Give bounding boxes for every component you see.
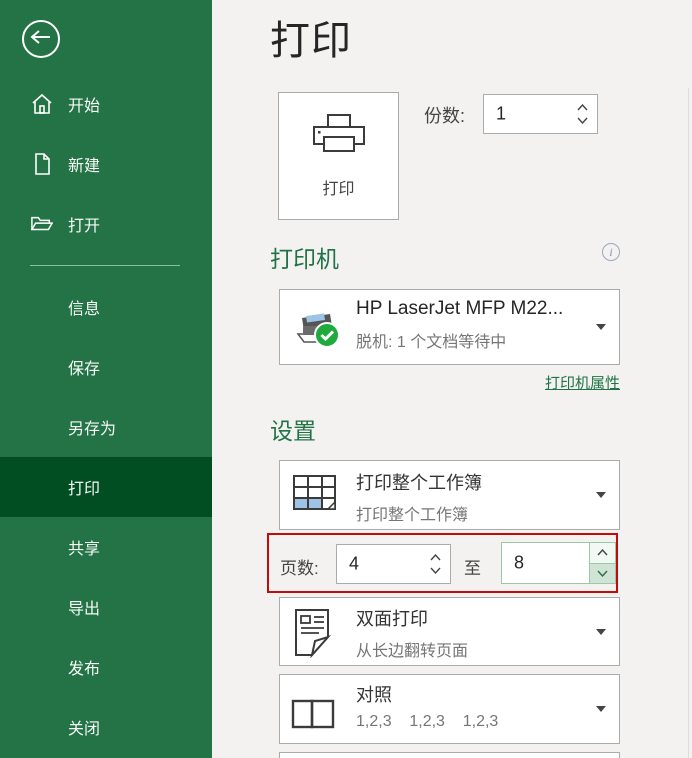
pages-to-spin-buttons [589,543,615,583]
copies-spin-buttons[interactable] [577,95,588,133]
sidebar-item-label: 导出 [68,601,101,618]
printer-properties-link[interactable]: 打印机属性 [279,372,620,393]
sidebar-item-label: 保存 [68,361,101,378]
sidebar-item-label: 打印 [68,481,101,498]
info-icon[interactable]: i [602,243,620,261]
chevron-down-icon [597,570,608,577]
sidebar-item-share[interactable]: 共享 [0,517,212,577]
sidebar-item-info[interactable]: 信息 [0,277,212,337]
pages-to-value[interactable]: 8 [514,553,524,574]
duplex-primary: 双面打印 [356,609,428,629]
spin-up-button[interactable] [590,543,615,564]
duplex-dropdown[interactable]: 双面打印 从长边翻转页面 [279,597,620,666]
chevron-down-icon [596,628,606,635]
preview-pane-divider [688,88,689,758]
pages-from-spin-buttons[interactable] [430,545,441,583]
collate-icon [291,699,337,734]
chevron-down-icon [596,492,606,498]
print-button[interactable]: 打印 [278,92,399,220]
chevron-up-icon [430,554,441,561]
sidebar-item-print[interactable]: 打印 [0,457,212,517]
print-backstage-view: 开始 新建 打开 信息 保存 另存为 打印 共享 导出 发布 关闭 打印 打印 … [0,0,692,758]
pages-label: 页数: [280,559,319,578]
next-dropdown-partial[interactable] [279,752,620,758]
printer-status: 脱机: 1 个文档等待中 [356,334,507,351]
chevron-down-icon [596,706,606,712]
open-folder-icon [31,213,53,235]
sidebar-item-publish[interactable]: 发布 [0,637,212,697]
sidebar: 开始 新建 打开 信息 保存 另存为 打印 共享 导出 发布 关闭 [0,0,212,758]
home-icon [31,93,53,115]
pages-to-spinner[interactable]: 8 [501,542,616,584]
sidebar-item-export[interactable]: 导出 [0,577,212,637]
sidebar-item-label: 共享 [68,541,101,558]
sidebar-item-save[interactable]: 保存 [0,337,212,397]
printer-device-icon [294,304,344,357]
chevron-up-icon [577,104,588,111]
pages-range-highlight: 页数: 4 至 8 [267,533,618,593]
copies-label: 份数: [424,106,466,126]
sidebar-item-label: 信息 [68,301,101,318]
duplex-secondary: 从长边翻转页面 [356,643,469,660]
sidebar-item-label: 开始 [68,98,101,115]
print-what-dropdown[interactable]: 打印整个工作簿 打印整个工作簿 [279,460,620,530]
copies-spinner[interactable]: 1 [483,94,598,134]
pages-from-value[interactable]: 4 [349,554,359,575]
settings-section-heading: 设置 [270,418,316,444]
sidebar-item-home[interactable]: 开始 [0,74,212,134]
back-button[interactable] [22,20,60,58]
pages-to-label: 至 [464,559,481,578]
printer-icon [311,113,367,165]
duplex-page-icon [291,608,337,663]
info-glyph: i [609,244,613,259]
spin-down-button[interactable] [590,563,615,583]
chevron-down-icon [596,324,606,330]
sidebar-divider [30,265,180,266]
print-what-secondary: 打印整个工作簿 [356,507,469,524]
sidebar-item-save-as[interactable]: 另存为 [0,397,212,457]
copies-value[interactable]: 1 [496,104,506,125]
printer-section-heading: 打印机 [270,246,339,272]
sidebar-item-close[interactable]: 关闭 [0,697,212,757]
printer-select-dropdown[interactable]: HP LaserJet MFP M22... 脱机: 1 个文档等待中 [279,289,620,365]
printer-name: HP LaserJet MFP M22... [356,298,564,319]
pages-from-spinner[interactable]: 4 [336,544,451,584]
sidebar-item-label: 新建 [68,158,101,175]
sidebar-item-open[interactable]: 打开 [0,194,212,254]
collation-dropdown[interactable]: 对照 1,2,3 1,2,3 1,2,3 [279,674,620,744]
print-button-label: 打印 [322,180,355,198]
sidebar-item-label: 另存为 [68,421,117,438]
page-title: 打印 [270,19,352,63]
sidebar-item-label: 发布 [68,661,101,678]
chevron-up-icon [597,549,608,556]
chevron-down-icon [577,117,588,124]
workbook-icon [292,474,338,523]
back-arrow-icon [30,29,52,50]
chevron-down-icon [430,567,441,574]
print-what-primary: 打印整个工作簿 [356,473,482,493]
sidebar-item-label: 关闭 [68,721,101,738]
collation-primary: 对照 [356,685,392,705]
sidebar-item-label: 打开 [68,218,101,235]
collation-secondary: 1,2,3 1,2,3 1,2,3 [356,713,499,730]
sidebar-item-new[interactable]: 新建 [0,134,212,194]
new-document-icon [31,153,53,175]
